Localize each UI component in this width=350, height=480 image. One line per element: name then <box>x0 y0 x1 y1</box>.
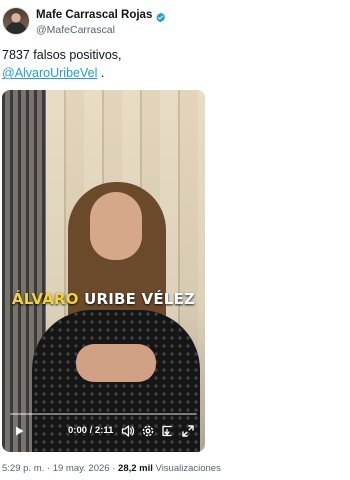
author-display-name[interactable]: Mafe Carrascal Rojas <box>36 9 152 21</box>
video-player[interactable]: ÁLVARO URIBE VÉLEZ 0:00 / 2:11 <box>2 90 205 452</box>
tweet-text-line: 7837 falsos positivos, <box>2 48 122 62</box>
captions-icon[interactable] <box>159 423 175 439</box>
tweet-date[interactable]: 19 may. 2026 <box>53 463 110 474</box>
video-controls: 0:00 / 2:11 <box>2 421 205 445</box>
tweet-time[interactable]: 5:29 p. m. <box>2 463 44 474</box>
video-frame-person-hands <box>76 344 156 382</box>
tweet-text-trailing: . <box>97 66 105 80</box>
video-progress-bar[interactable] <box>10 413 197 415</box>
settings-icon[interactable] <box>140 423 156 439</box>
tweet-header: Mafe Carrascal Rojas @MafeCarrascal <box>2 7 342 39</box>
video-caption: ÁLVARO URIBE VÉLEZ <box>2 290 205 308</box>
tweet-text-mention-line: @AlvaroUribeVel . <box>2 64 342 82</box>
author-name-row[interactable]: Mafe Carrascal Rojas <box>36 9 166 22</box>
play-icon[interactable] <box>11 423 27 439</box>
video-time: 0:00 / 2:11 <box>68 425 114 436</box>
volume-icon[interactable] <box>120 423 136 439</box>
tweet-text: 7837 falsos positivos, @AlvaroUribeVel . <box>2 46 342 82</box>
caption-first-name: ÁLVARO <box>11 290 79 308</box>
author-handle[interactable]: @MafeCarrascal <box>36 24 115 36</box>
mention-link[interactable]: @AlvaroUribeVel <box>2 66 97 80</box>
caption-last-names: URIBE VÉLEZ <box>78 290 196 308</box>
video-frame-person-face <box>90 192 142 260</box>
verified-badge-icon <box>155 10 166 22</box>
fullscreen-icon[interactable] <box>180 423 196 439</box>
views-label: Visualizaciones <box>152 463 221 474</box>
meta-separator: · <box>109 463 119 474</box>
meta-separator: · <box>44 463 53 474</box>
avatar[interactable] <box>2 7 30 35</box>
tweet-meta: 5:29 p. m. · 19 may. 2026 · 28,2 mil Vis… <box>2 463 221 474</box>
views-count: 28,2 mil <box>118 463 153 474</box>
